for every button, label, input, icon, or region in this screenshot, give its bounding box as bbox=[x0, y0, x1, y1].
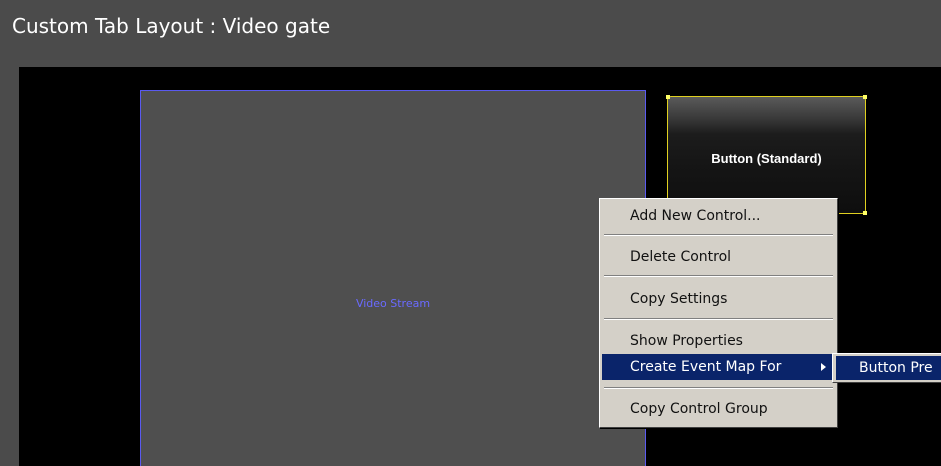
menu-separator bbox=[604, 275, 833, 277]
resize-handle-bottom-right[interactable] bbox=[863, 211, 867, 215]
standard-button-label: Button (Standard) bbox=[711, 151, 822, 166]
menu-item-copy-control-group[interactable]: Copy Control Group bbox=[602, 396, 834, 422]
event-map-submenu: Button Pre bbox=[832, 353, 941, 383]
resize-handle-top-right[interactable] bbox=[863, 95, 867, 99]
submenu-item-button-press[interactable]: Button Pre bbox=[836, 356, 941, 380]
menu-item-create-event-map-for[interactable]: Create Event Map For bbox=[602, 354, 834, 380]
context-menu: Add New Control... Delete Control Copy S… bbox=[599, 198, 838, 428]
menu-separator bbox=[604, 387, 833, 389]
menu-item-delete-control[interactable]: Delete Control bbox=[602, 244, 834, 270]
resize-handle-top-left[interactable] bbox=[666, 95, 670, 99]
standard-button-control[interactable]: Button (Standard) bbox=[666, 95, 867, 215]
menu-item-show-properties[interactable]: Show Properties bbox=[602, 328, 834, 354]
submenu-arrow-icon bbox=[821, 363, 826, 371]
video-stream-label: Video Stream bbox=[355, 297, 431, 310]
menu-item-create-event-map-label: Create Event Map For bbox=[630, 359, 782, 375]
menu-separator bbox=[604, 318, 833, 320]
custom-tab-layout-window: Custom Tab Layout : Video gate Video Str… bbox=[0, 0, 941, 466]
menu-item-add-new-control[interactable]: Add New Control... bbox=[602, 203, 834, 229]
video-stream-control[interactable]: Video Stream bbox=[140, 90, 646, 466]
window-title: Custom Tab Layout : Video gate bbox=[12, 14, 331, 38]
menu-item-copy-settings[interactable]: Copy Settings bbox=[602, 286, 834, 312]
menu-separator bbox=[604, 234, 833, 236]
